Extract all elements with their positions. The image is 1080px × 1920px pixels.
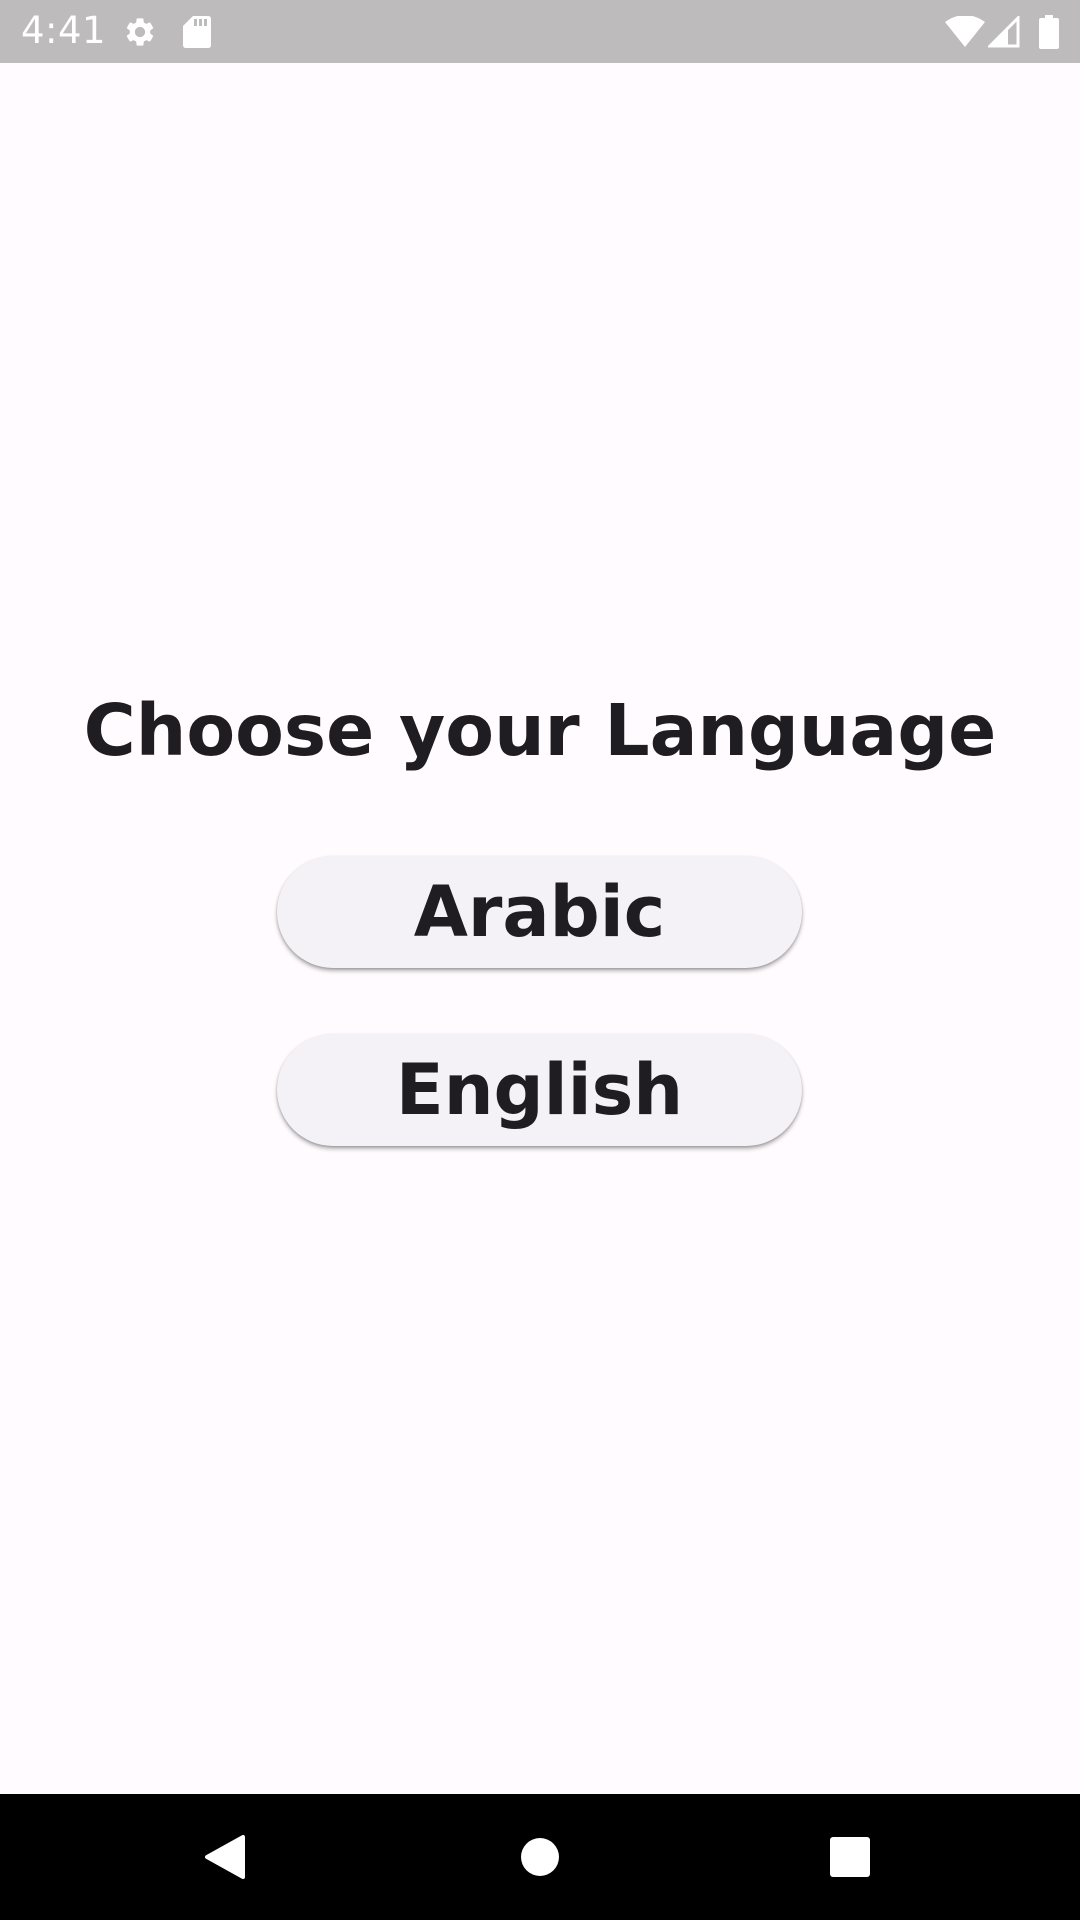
signal-icon <box>986 0 1022 63</box>
home-button[interactable] <box>480 1794 600 1920</box>
recents-button[interactable] <box>790 1794 910 1920</box>
sd-card-icon <box>182 0 212 63</box>
english-button-label: English <box>395 1049 684 1131</box>
battery-icon <box>1038 0 1060 63</box>
screen: 4:41 Choose your Language Arabic English <box>0 0 1080 1920</box>
page-title: Choose your Language <box>83 689 997 772</box>
recents-icon <box>830 1837 870 1877</box>
wifi-icon <box>944 0 986 63</box>
home-icon <box>521 1838 559 1876</box>
english-button[interactable]: English <box>277 1034 802 1146</box>
arabic-button[interactable]: Arabic <box>277 856 802 968</box>
status-bar: 4:41 <box>0 0 1080 63</box>
settings-icon <box>122 0 158 63</box>
navigation-bar <box>0 1794 1080 1920</box>
main-content: Choose your Language Arabic English <box>0 63 1080 1794</box>
arabic-button-label: Arabic <box>413 871 666 953</box>
status-time: 4:41 <box>21 9 107 52</box>
back-icon <box>205 1835 245 1879</box>
back-button[interactable] <box>165 1794 285 1920</box>
